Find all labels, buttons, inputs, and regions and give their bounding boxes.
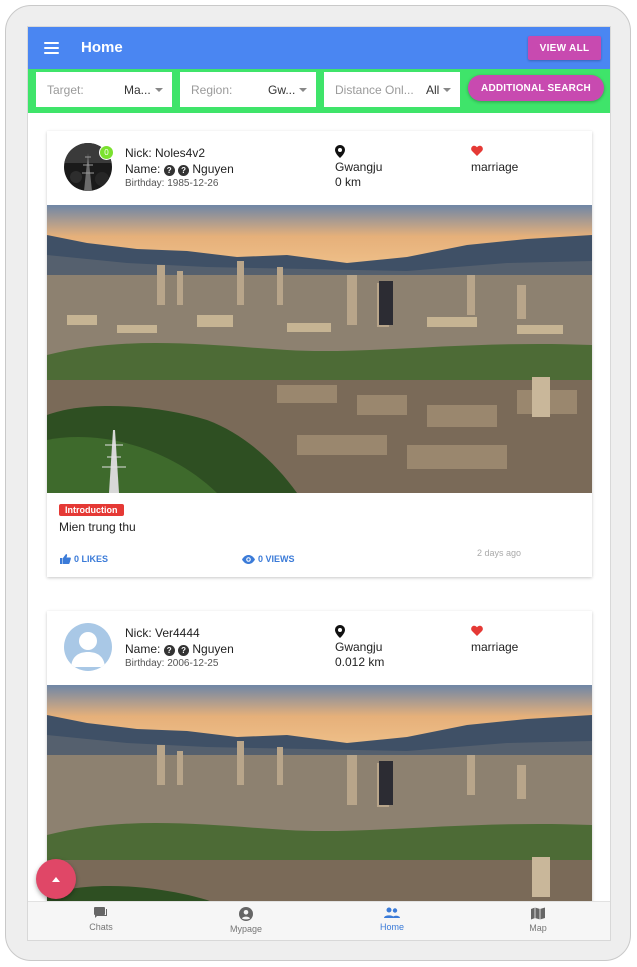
- user-name-row: Name: ? ? Nguyen: [125, 641, 234, 657]
- thumbs-up-icon: [60, 554, 71, 564]
- user-birthday: Birthday: 1985-12-26: [125, 178, 219, 189]
- post-header: 0 Nick: Noles4v2 Name: ? ? Nguyen Birthd…: [47, 131, 592, 205]
- chevron-down-icon: [299, 88, 307, 92]
- user-nick: Nick: Noles4v2: [125, 146, 206, 160]
- location-pin-icon: [335, 145, 345, 158]
- user-birthday: Birthday: 2006-12-25: [125, 658, 219, 669]
- arrow-up-icon: [52, 876, 60, 882]
- views-count: 0 VIEWS: [258, 554, 295, 564]
- user-nick: Nick: Ver4444: [125, 626, 200, 640]
- tablet-frame: Home VIEW ALL Target: Ma... Region: Gw..…: [5, 5, 631, 961]
- additional-search-button[interactable]: ADDITIONAL SEARCH: [468, 75, 604, 101]
- name-prefix: Name:: [125, 162, 161, 176]
- question-icon: ?: [178, 165, 190, 176]
- heart-icon: [471, 145, 483, 156]
- nav-item-map[interactable]: Map: [488, 907, 588, 933]
- nav-item-chats[interactable]: Chats: [51, 907, 151, 932]
- distance-value: All: [426, 83, 440, 97]
- user-info: Nick: Noles4v2 Name: ? ? Nguyen Birthday…: [125, 145, 234, 190]
- scroll-top-button[interactable]: [36, 859, 76, 899]
- introduction-badge: Introduction: [59, 504, 124, 516]
- name-prefix: Name:: [125, 642, 161, 656]
- post-time: 2 days ago: [477, 548, 522, 558]
- post-footer: Introduction Mien trung thu 0 LIKES 0 VI…: [47, 493, 592, 577]
- distance: 0.012 km: [335, 655, 385, 669]
- nav-label: Map: [529, 923, 547, 933]
- like-button[interactable]: 0 LIKES: [60, 554, 108, 564]
- region-value: Gw...: [268, 83, 296, 97]
- chevron-down-icon: [443, 88, 451, 92]
- nav-label: Mypage: [229, 924, 263, 934]
- page-title: Home: [81, 39, 123, 56]
- post-photo[interactable]: [47, 205, 592, 493]
- purpose: marriage: [471, 160, 519, 174]
- map-icon: [531, 907, 545, 920]
- target-value: Ma...: [124, 83, 151, 97]
- location-info: Gwangju 0 km: [335, 145, 382, 190]
- post-photo[interactable]: [47, 685, 592, 901]
- question-icon: ?: [163, 645, 175, 656]
- chevron-down-icon: [155, 88, 163, 92]
- user-name-row: Name: ? ? Nguyen: [125, 161, 234, 177]
- nav-label: Chats: [89, 922, 113, 932]
- avatar[interactable]: [64, 623, 112, 671]
- purpose-info: marriage: [471, 145, 518, 174]
- chat-icon: [94, 907, 107, 918]
- location-pin-icon: [335, 625, 345, 638]
- views-counter: 0 VIEWS: [242, 554, 295, 564]
- city: Gwangju: [335, 160, 383, 174]
- online-status-badge: 0: [99, 145, 114, 160]
- user-name: Nguyen: [192, 162, 234, 176]
- eye-icon: [242, 554, 255, 564]
- post-text: Mien trung thu: [59, 520, 136, 534]
- post-card[interactable]: Nick: Ver4444 Name: ? ? Nguyen Birthday:…: [47, 611, 592, 901]
- target-select[interactable]: Target: Ma...: [36, 72, 172, 107]
- likes-count: 0 LIKES: [74, 554, 109, 564]
- menu-icon[interactable]: [44, 42, 59, 54]
- distance-select[interactable]: Distance Onl... All: [324, 72, 460, 107]
- filter-bar: Target: Ma... Region: Gw... Distance Onl…: [28, 69, 610, 113]
- distance-label: Distance Onl...: [335, 83, 414, 97]
- location-info: Gwangju 0.012 km: [335, 625, 384, 670]
- nav-item-home[interactable]: Home: [342, 907, 442, 932]
- question-icon: ?: [163, 165, 175, 176]
- view-all-button[interactable]: VIEW ALL: [528, 36, 601, 60]
- app-bar: Home VIEW ALL: [28, 27, 610, 69]
- post-header: Nick: Ver4444 Name: ? ? Nguyen Birthday:…: [47, 611, 592, 685]
- app-screen: Home VIEW ALL Target: Ma... Region: Gw..…: [27, 26, 611, 941]
- nav-label: Home: [379, 922, 404, 932]
- region-select[interactable]: Region: Gw...: [180, 72, 316, 107]
- target-label: Target:: [47, 83, 84, 97]
- post-card[interactable]: 0 Nick: Noles4v2 Name: ? ? Nguyen Birthd…: [47, 131, 592, 577]
- distance: 0 km: [335, 175, 362, 189]
- purpose: marriage: [471, 640, 519, 654]
- post-feed[interactable]: 0 Nick: Noles4v2 Name: ? ? Nguyen Birthd…: [28, 113, 610, 901]
- account-icon: [239, 907, 253, 921]
- purpose-info: marriage: [471, 625, 518, 654]
- question-icon: ?: [178, 645, 190, 656]
- user-info: Nick: Ver4444 Name: ? ? Nguyen Birthday:…: [125, 625, 234, 670]
- user-name: Nguyen: [192, 642, 234, 656]
- city: Gwangju: [335, 640, 383, 654]
- bottom-navigation: Chats Mypage Home Map: [28, 901, 610, 940]
- region-label: Region:: [191, 83, 233, 97]
- people-icon: [384, 907, 400, 918]
- nav-item-mypage[interactable]: Mypage: [196, 907, 296, 934]
- heart-icon: [471, 625, 483, 636]
